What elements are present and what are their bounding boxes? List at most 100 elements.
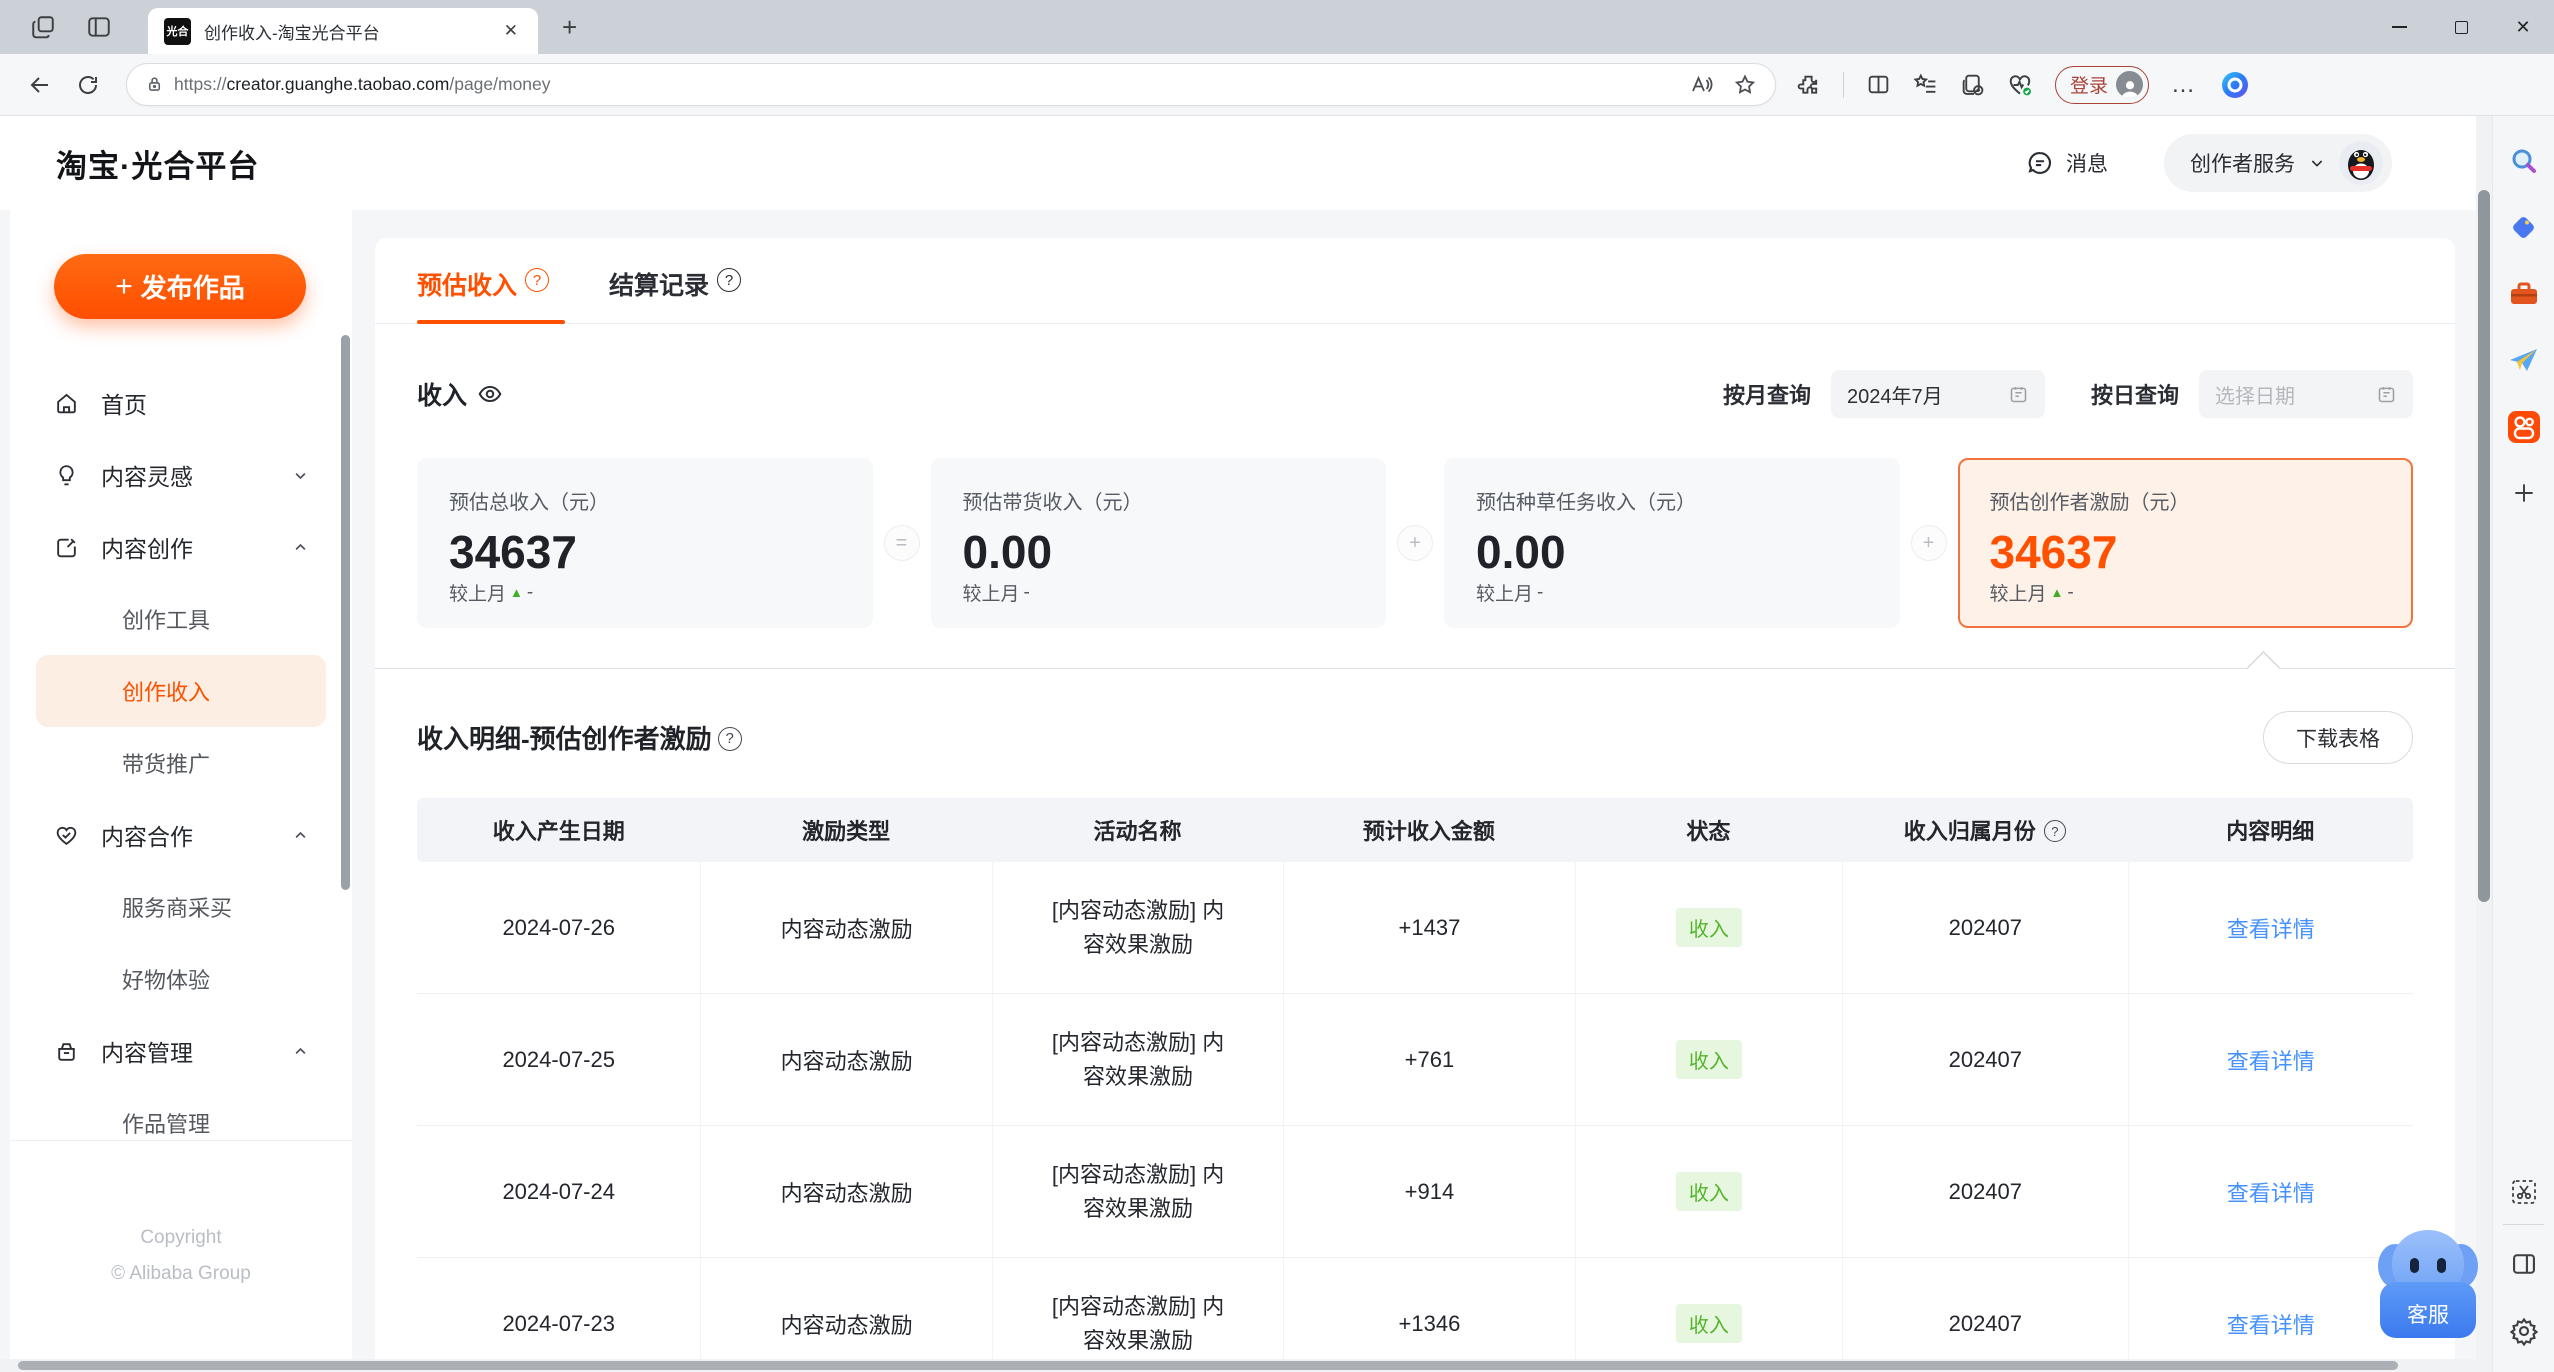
caret-notch — [2247, 651, 2280, 684]
view-details-link[interactable]: 查看详情 — [2227, 1176, 2315, 1208]
sidebar-item-label: 内容合作 — [101, 824, 193, 850]
browser-tab[interactable]: 光合 创作收入-淘宝光合平台 ✕ — [148, 8, 538, 54]
card-value: 34637 — [1989, 526, 2118, 578]
site-favicon: 光合 — [164, 17, 191, 45]
close-button[interactable]: ✕ — [2492, 0, 2554, 54]
workspaces-icon[interactable] — [86, 14, 112, 40]
messages-label: 消息 — [2066, 153, 2108, 176]
kuaishou-icon[interactable] — [2507, 410, 2541, 444]
date-picker[interactable]: 选择日期 — [2199, 370, 2413, 418]
add-icon[interactable] — [2511, 480, 2537, 506]
cell-activity-name: [内容动态激励] 内容效果激励 — [991, 862, 1283, 993]
detail-title: 收入明细-预估创作者激励 ? — [417, 719, 742, 756]
sidebar-item-works-management[interactable]: 作品管理 — [36, 1087, 326, 1159]
back-icon[interactable] — [28, 73, 52, 97]
card-sales-income[interactable]: 预估带货收入（元） 0.00 较上月 - — [930, 458, 1386, 628]
tab-close-icon[interactable]: ✕ — [500, 21, 522, 41]
sidebar-item-label: 好物体验 — [122, 968, 211, 993]
sidebar-toggle-icon[interactable] — [2510, 1250, 2538, 1278]
col-header-detail: 内容明细 — [2226, 819, 2315, 844]
card-label: 预估带货收入（元） — [962, 492, 1143, 514]
month-picker[interactable]: 2024年7月 — [1830, 370, 2045, 418]
sidebar-item-creation[interactable]: 内容创作 — [36, 511, 326, 583]
publish-work-button[interactable]: + 发布作品 — [54, 254, 306, 319]
card-label: 预估种草任务收入（元） — [1476, 492, 1696, 514]
cell-income-date: 2024-07-23 — [502, 1310, 615, 1336]
read-aloud-icon[interactable] — [1689, 73, 1713, 97]
shopping-icon[interactable] — [2508, 212, 2540, 244]
status-badge: 收入 — [1675, 1172, 1742, 1211]
site-header: 淘宝·光合平台 消息 创作者服务 — [0, 116, 2492, 210]
view-details-link[interactable]: 查看详情 — [2227, 1044, 2315, 1076]
left-sidebar: + 发布作品 首页 内容灵感 内容创作 创作工具 创作收入 带货推广 内容合作 … — [10, 210, 352, 1372]
address-bar[interactable]: https://creator.guanghe.taobao.com/page/… — [126, 63, 1776, 106]
status-badge: 收入 — [1675, 908, 1742, 947]
sidebar-item-service-purchase[interactable]: 服务商采买 — [36, 871, 326, 943]
refresh-icon[interactable] — [76, 73, 100, 97]
card-seeding-task-income[interactable]: 预估种草任务收入（元） 0.00 较上月 - — [1444, 458, 1900, 628]
sidebar-item-cooperation[interactable]: 内容合作 — [36, 799, 326, 871]
help-icon[interactable]: ? — [717, 268, 742, 292]
add-tab-collection-icon[interactable] — [1960, 72, 1985, 97]
sidebar-item-management[interactable]: 内容管理 — [36, 1015, 326, 1087]
qq-avatar[interactable] — [2339, 141, 2383, 185]
search-icon[interactable] — [2508, 146, 2540, 178]
help-icon[interactable]: ? — [525, 268, 550, 292]
page-horizontal-scrollbar[interactable] — [0, 1359, 2476, 1372]
help-icon[interactable]: ? — [2043, 820, 2066, 842]
customer-service-widget[interactable]: 客服 — [2378, 1230, 2478, 1338]
sidebar-scrollbar[interactable] — [341, 335, 350, 890]
plus-operator: + — [1910, 525, 1947, 561]
tab-settlement-record[interactable]: 结算记录 ? — [609, 266, 742, 323]
active-tab-underline — [417, 320, 565, 324]
card-creator-incentive[interactable]: 预估创作者激励（元） 34637 较上月 ▲ - — [1957, 458, 2413, 628]
favorite-star-icon[interactable] — [1733, 73, 1757, 97]
extensions-icon[interactable] — [1796, 72, 1821, 97]
sidebar-item-home[interactable]: 首页 — [36, 367, 326, 439]
download-table-button[interactable]: 下载表格 — [2263, 711, 2413, 764]
minimize-button[interactable] — [2368, 0, 2430, 54]
messages-button[interactable]: 消息 — [2026, 148, 2108, 178]
card-value: 0.00 — [962, 526, 1053, 578]
eye-icon[interactable] — [477, 381, 503, 407]
page-scrollbar-thumb[interactable] — [2478, 190, 2490, 902]
site-logo[interactable]: 淘宝·光合平台 — [56, 141, 259, 186]
page-scrollbar[interactable] — [2476, 116, 2492, 1372]
cell-incentive-type: 内容动态激励 — [700, 1258, 991, 1372]
new-tab-button[interactable]: + — [562, 12, 577, 43]
send-icon[interactable] — [2507, 344, 2541, 376]
copilot-icon[interactable] — [2219, 69, 2251, 101]
sidebar-item-product-trial[interactable]: 好物体验 — [36, 943, 326, 1015]
screenshot-icon[interactable] — [2510, 1178, 2538, 1206]
lightbulb-icon — [59, 464, 74, 485]
login-button[interactable]: 登录 — [2055, 65, 2150, 104]
sidebar-item-sales-promotion[interactable]: 带货推广 — [36, 727, 326, 799]
tab-actions-icon[interactable] — [30, 14, 56, 40]
sidebar-item-label: 创作收入 — [122, 680, 211, 705]
toolbox-icon[interactable] — [2507, 278, 2541, 310]
view-details-link[interactable]: 查看详情 — [2227, 1308, 2315, 1340]
tab-estimated-income[interactable]: 预估收入 ? — [417, 266, 550, 323]
sidebar-item-creation-tools[interactable]: 创作工具 — [36, 583, 326, 655]
sidebar-item-creation-income[interactable]: 创作收入 — [36, 655, 326, 727]
view-details-link[interactable]: 查看详情 — [2227, 912, 2315, 944]
browser-essentials-icon[interactable] — [2007, 72, 2033, 98]
col-header-amount: 预计收入金额 — [1362, 819, 1495, 844]
lock-icon — [148, 77, 161, 91]
cell-estimated-amount: +1346 — [1283, 1258, 1574, 1372]
edit-icon — [57, 538, 76, 557]
page-horizontal-scrollbar-thumb[interactable] — [18, 1361, 2398, 1370]
settings-more-icon[interactable]: … — [2171, 71, 2197, 99]
split-screen-icon[interactable] — [1866, 72, 1891, 97]
settings-gear-icon[interactable] — [2509, 1316, 2539, 1346]
creator-service-menu[interactable]: 创作者服务 — [2164, 134, 2392, 192]
collections-icon[interactable] — [1913, 72, 1938, 97]
cell-estimated-amount: +761 — [1283, 994, 1574, 1125]
month-query-label: 按月查询 — [1722, 383, 1811, 408]
cell-status: 收入 — [1574, 994, 1842, 1125]
maximize-button[interactable] — [2430, 0, 2492, 54]
card-total-income[interactable]: 预估总收入（元） 34637 较上月 ▲ - — [417, 458, 873, 628]
help-icon[interactable]: ? — [717, 726, 742, 751]
sidebar-item-inspiration[interactable]: 内容灵感 — [36, 439, 326, 511]
sidebar-item-label: 内容创作 — [101, 536, 193, 562]
